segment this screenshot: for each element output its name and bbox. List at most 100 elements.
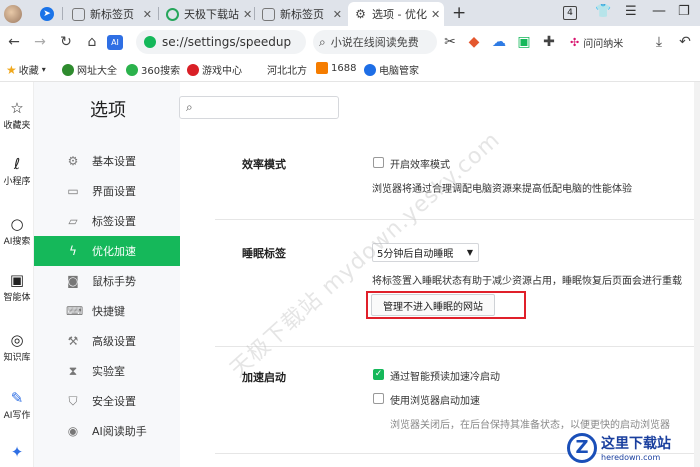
nav-tabs[interactable]: ▱ 标签设置 <box>34 206 180 236</box>
bookmark-hebei[interactable]: 河北北方 <box>267 62 307 77</box>
back-icon[interactable]: ← <box>5 33 23 51</box>
rail-agents[interactable]: ▣ 智能体 <box>0 270 34 303</box>
nav-label: 高级设置 <box>92 335 136 348</box>
cloud-icon[interactable]: ☁ <box>490 33 508 51</box>
nav-mouse[interactable]: ◙ 鼠标手势 <box>34 266 180 296</box>
telegram-icon: ➤ <box>40 7 54 21</box>
1688-icon <box>316 62 328 74</box>
site-logo: Z 这里下载站 heredown.com <box>567 428 700 467</box>
undo-icon[interactable]: ↶ <box>676 33 694 51</box>
boost-opt1-checkbox[interactable]: ✓ <box>373 369 384 380</box>
nav-interface[interactable]: ▭ 界面设置 <box>34 176 180 206</box>
sleep-desc: 将标签置入睡眠状态有助于减少资源占用，睡眠恢复后页面会进行重载 <box>372 276 682 287</box>
home-icon[interactable]: ⌂ <box>83 33 101 51</box>
gear-icon: ⚙ <box>67 154 79 168</box>
bookmark-label: 河北北方 <box>267 66 307 77</box>
tab-strip: ➤ 新标签页 ✕ 天极下载站 ✕ 新标签页 ✕ ⚙ 选项 - 优化 ✕ + 4 … <box>0 0 700 26</box>
nav-label: 鼠标手势 <box>92 275 136 288</box>
rail-ai-writing[interactable]: ✎ AI写作 <box>0 388 34 421</box>
keyboard-icon: ⌨ <box>66 304 84 318</box>
search-box[interactable]: ⌕ 小说在线阅读免费 <box>313 30 437 54</box>
settings-search-input[interactable]: ⌕ <box>179 96 339 119</box>
site-icon <box>166 7 179 21</box>
tab-icon: ▱ <box>68 214 78 228</box>
sparkle-icon: ✦ <box>10 443 24 461</box>
avatar-icon <box>4 5 22 23</box>
tab-yesky[interactable]: 天极下载站 ✕ <box>160 2 254 26</box>
bookmark-label: 1688 <box>331 62 357 74</box>
page-icon <box>262 7 275 21</box>
tab-label: 天极下载站 <box>184 8 239 21</box>
rail-miniprograms[interactable]: ℓ 小程序 <box>0 154 34 187</box>
shield-icon <box>364 63 376 76</box>
boost-opt2-checkbox[interactable] <box>373 393 384 404</box>
nav-security[interactable]: ⛉ 安全设置 <box>34 386 180 416</box>
ai-badge-icon[interactable]: AI <box>107 35 123 50</box>
wrench-icon: ⚒ <box>67 334 79 348</box>
profile-chip[interactable]: ✣ 问问纳米 <box>570 32 623 52</box>
nav-label: 安全设置 <box>92 395 136 408</box>
profile-avatar[interactable] <box>4 2 26 26</box>
reload-icon[interactable]: ↻ <box>57 33 75 51</box>
profile-label: 问问纳米 <box>583 38 624 50</box>
bookmark-pcmanager[interactable]: 电脑管家 <box>364 62 419 77</box>
new-tab-button[interactable]: + <box>452 3 466 23</box>
bookmark-label: 游戏中心 <box>202 66 242 77</box>
bookmark-1688[interactable]: 1688 <box>316 62 356 74</box>
miniprogram-icon: ℓ <box>13 155 21 173</box>
rail-knowledge[interactable]: ◎ 知识库 <box>0 330 34 363</box>
star-outline-icon: ☆ <box>10 99 24 117</box>
nav-speedup[interactable]: ϟ 优化加速 <box>34 236 180 266</box>
bookmark-360search[interactable]: 360搜索 <box>126 62 180 77</box>
tab-settings[interactable]: ⚙ 选项 - 优化 ✕ <box>348 2 444 26</box>
pen-icon: ✎ <box>10 389 24 407</box>
rail-favorites[interactable]: ☆ 收藏夹 <box>0 98 34 131</box>
bookmark-label: 电脑管家 <box>379 66 419 77</box>
game-icon <box>187 63 199 76</box>
tab-newtab-2[interactable]: 新标签页 ✕ <box>256 2 348 26</box>
flask-icon: ⧗ <box>68 363 78 378</box>
ai-search-icon: ○ <box>10 215 24 233</box>
rail-sparkle[interactable]: ✦ <box>0 442 34 462</box>
download-icon[interactable]: ⤓ <box>650 33 668 51</box>
note-icon[interactable]: ▣ <box>515 33 533 51</box>
nav-ai-reader[interactable]: ◉ AI阅读助手 <box>34 416 180 446</box>
efficiency-checkbox[interactable] <box>373 157 384 168</box>
restore-icon[interactable]: ❐ <box>678 4 690 19</box>
tab-newtab-1[interactable]: 新标签页 ✕ <box>66 2 158 26</box>
scrollbar[interactable] <box>694 82 700 467</box>
page-title: 选项 <box>90 100 126 121</box>
tab-count-badge[interactable]: 4 <box>563 6 577 20</box>
highlight-box <box>366 291 526 319</box>
secure-icon <box>144 36 156 48</box>
bookmark-games[interactable]: 游戏中心 <box>187 62 242 77</box>
close-icon[interactable]: ✕ <box>329 8 342 21</box>
nav-basic[interactable]: ⚙ 基本设置 <box>34 146 180 176</box>
nav-shortcuts[interactable]: ⌨ 快捷键 <box>34 296 180 326</box>
agent-icon: ▣ <box>9 271 25 289</box>
pinned-tab[interactable]: ➤ <box>36 2 58 26</box>
address-bar[interactable]: se://settings/speedup <box>136 30 306 54</box>
nav-lab[interactable]: ⧗ 实验室 <box>34 356 180 386</box>
nav-label: 标签设置 <box>92 215 136 228</box>
forward-icon[interactable]: → <box>31 33 49 51</box>
rail-label: 知识库 <box>3 353 31 363</box>
close-icon[interactable]: ✕ <box>239 8 252 21</box>
menu-icon[interactable]: ☰ <box>625 4 637 19</box>
lightning-icon: ϟ <box>69 244 77 258</box>
shirt-icon[interactable]: 👕 <box>595 4 611 19</box>
extension-icon[interactable]: ✚ <box>540 33 558 51</box>
close-icon[interactable]: ✕ <box>139 8 152 21</box>
nav-advanced[interactable]: ⚒ 高级设置 <box>34 326 180 356</box>
bookmark-site-nav[interactable]: 网址大全 <box>62 62 117 77</box>
boost-opt2-label: 使用浏览器启动加速 <box>390 396 480 407</box>
shield-icon: ⛉ <box>68 393 78 408</box>
close-icon[interactable]: ✕ <box>427 8 440 21</box>
window-icon: ▭ <box>67 184 79 198</box>
rail-label: 小程序 <box>3 177 31 187</box>
bookmark-favorites[interactable]: ★ 收藏 ▾ <box>6 62 46 78</box>
minimize-icon[interactable]: — <box>652 3 666 19</box>
rail-ai-search[interactable]: ○ AI搜索 <box>0 214 34 247</box>
gamepad-icon[interactable]: ◆ <box>465 33 483 51</box>
scissors-icon[interactable]: ✂ <box>441 33 459 51</box>
